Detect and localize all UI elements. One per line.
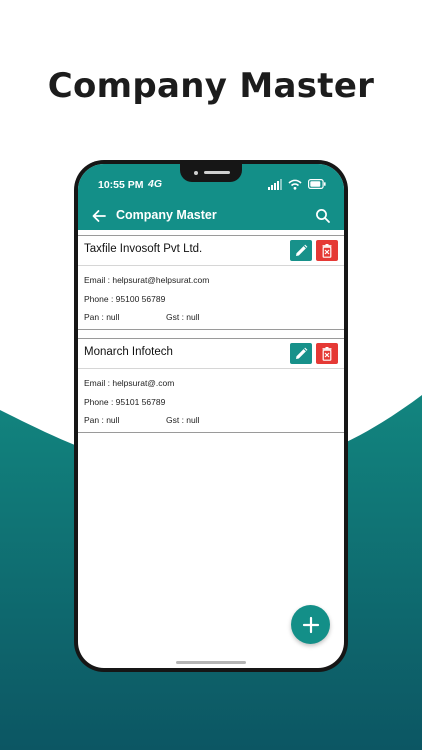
company-phone: Phone : 95100 56789 <box>84 294 166 304</box>
network-type: 4G <box>148 178 163 190</box>
company-name: Monarch Infotech <box>84 346 173 358</box>
app-bar-title: Company Master <box>116 208 217 222</box>
battery-icon <box>308 179 326 189</box>
company-email: Email : helpsurat@.com <box>84 378 175 388</box>
company-card[interactable]: Taxfile Invosoft Pvt Ltd. Email: helpsu… <box>78 235 344 330</box>
company-phone: Phone : 95101 56789 <box>84 397 166 407</box>
plus-icon <box>302 616 319 633</box>
delete-button[interactable] <box>316 240 338 261</box>
delete-icon <box>322 346 332 361</box>
speaker-grill <box>204 171 230 174</box>
arrow-back-icon[interactable] <box>90 207 108 225</box>
camera-dot <box>194 171 198 175</box>
status-icons <box>268 178 326 190</box>
company-card[interactable]: Monarch Infotech Email : helpsurat@.com … <box>78 338 344 433</box>
company-card-header: Monarch Infotech <box>78 339 344 369</box>
delete-icon <box>322 243 332 258</box>
app-bar: Company Master <box>78 202 344 230</box>
company-card-header: Taxfile Invosoft Pvt Ltd. <box>78 236 344 266</box>
add-company-button[interactable] <box>291 605 330 644</box>
phone-frame: 10:55 PM 4G Company Master Taxfile Invos… <box>74 160 348 672</box>
app-screen: 10:55 PM 4G Company Master Taxfile Invos… <box>78 164 344 668</box>
signal-icon <box>268 178 282 190</box>
delete-button[interactable] <box>316 343 338 364</box>
notch <box>180 164 242 182</box>
company-name: Taxfile Invosoft Pvt Ltd. <box>84 243 203 255</box>
pencil-icon <box>296 347 308 359</box>
edit-button[interactable] <box>290 240 312 261</box>
status-time: 10:55 PM <box>98 179 144 191</box>
company-email: Email : helpsurat@helpsurat.com <box>84 275 210 285</box>
company-pan: Pan : null <box>84 312 120 322</box>
pencil-icon <box>296 244 308 256</box>
company-pan: Pan : null <box>84 415 120 425</box>
status-bar: 10:55 PM 4G <box>78 164 344 202</box>
company-gst: Gst : null <box>166 312 200 322</box>
promo-headline: Company Master <box>47 66 375 106</box>
search-icon[interactable] <box>314 207 332 225</box>
edit-button[interactable] <box>290 343 312 364</box>
wifi-icon <box>288 179 302 190</box>
home-indicator <box>176 661 246 664</box>
company-gst: Gst : null <box>166 415 200 425</box>
